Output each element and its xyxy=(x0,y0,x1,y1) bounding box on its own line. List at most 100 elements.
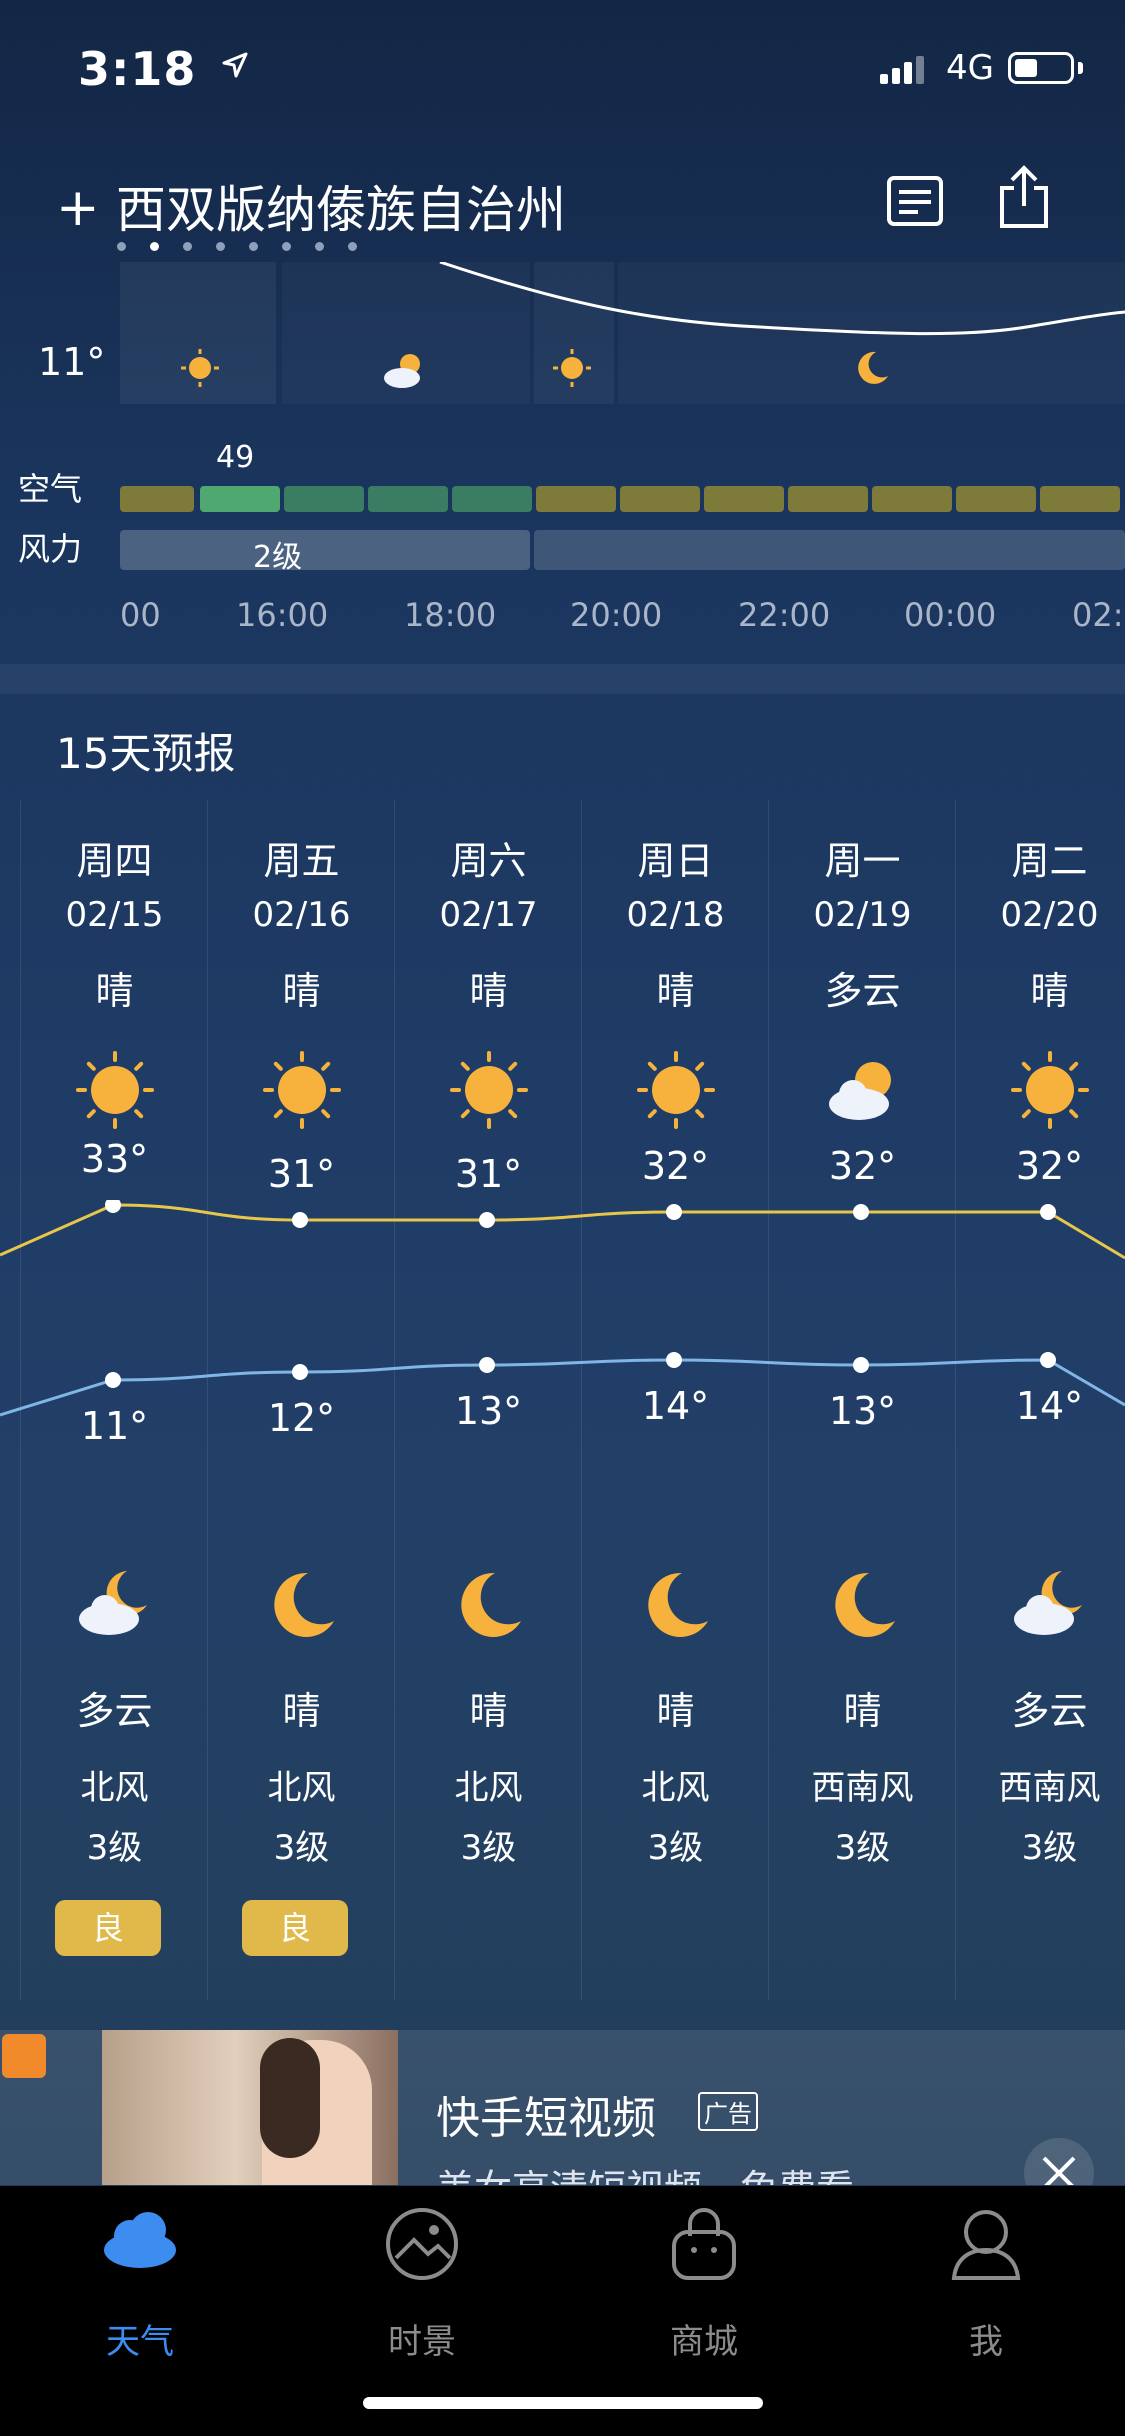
network-type: 4G xyxy=(946,48,994,88)
wind-direction: 西南风 xyxy=(998,1768,1101,1808)
day-condition: 晴 xyxy=(1030,969,1069,1013)
day-date: 02/15 xyxy=(65,895,164,935)
page-dot[interactable] xyxy=(249,242,258,251)
moon-icon xyxy=(647,1572,708,1637)
sun-icon xyxy=(449,1051,528,1129)
ad-app-logo xyxy=(2,2034,46,2078)
sun-icon xyxy=(75,1051,154,1129)
signal-icon xyxy=(880,56,924,84)
tab-cloud[interactable]: 天气 xyxy=(40,2206,240,2362)
aqi-segment xyxy=(620,486,700,512)
night-condition: 晴 xyxy=(843,1689,882,1733)
low-temp-point xyxy=(292,1364,308,1380)
hour-tick-label: 02: xyxy=(1072,596,1124,634)
wind-level: 3级 xyxy=(647,1828,704,1868)
day-condition: 多云 xyxy=(824,969,901,1013)
sun-icon xyxy=(181,349,219,387)
hourly-forecast[interactable]: 11° 空气 49 风力 2级 00 16:00 18:00 20:00 22:00 00… xyxy=(0,262,1125,662)
wind-level: 3级 xyxy=(273,1828,330,1868)
wind-direction: 西南风 xyxy=(811,1768,914,1808)
night-condition: 晴 xyxy=(469,1689,508,1733)
moon-icon xyxy=(273,1572,334,1637)
share-icon[interactable] xyxy=(996,164,1052,230)
ad-title[interactable]: 快手短视频 xyxy=(436,2082,656,2146)
add-city-button[interactable]: + xyxy=(56,178,100,238)
wind-bar-segment xyxy=(120,530,530,570)
day-date: 02/19 xyxy=(813,895,912,935)
moon-icon xyxy=(858,351,888,384)
tab-user[interactable]: 我 xyxy=(886,2206,1086,2362)
aqi-segment xyxy=(956,486,1036,512)
aqi-segment xyxy=(536,486,616,512)
temperature-curves xyxy=(0,1200,1125,1417)
wind-level: 2级 xyxy=(253,540,303,575)
page-dot[interactable] xyxy=(216,242,225,251)
tab-label: 天气 xyxy=(106,2322,174,2362)
ad-image[interactable] xyxy=(102,2030,398,2185)
shopping-bag-icon xyxy=(604,2206,804,2282)
high-temp: 32° xyxy=(828,1144,897,1188)
aqi-segment xyxy=(368,486,448,512)
ad-subtitle[interactable]: 美女高清短视频，免费看 xyxy=(436,2158,854,2185)
ad-close-button[interactable] xyxy=(1024,2138,1094,2185)
page-dot[interactable] xyxy=(315,242,324,251)
aqi-segment xyxy=(452,486,532,512)
page-dot[interactable] xyxy=(348,242,357,251)
sun-icon xyxy=(553,349,591,387)
high-temp: 32° xyxy=(641,1144,710,1188)
day-name: 周二 xyxy=(1011,839,1088,883)
high-temp: 31° xyxy=(454,1152,523,1196)
tab-shopping-bag[interactable]: 商城 xyxy=(604,2206,804,2362)
high-temp: 31° xyxy=(267,1152,336,1196)
ad-banner[interactable]: 快手短视频 广告 美女高清短视频，免费看 xyxy=(0,2030,1125,2185)
high-temp: 32° xyxy=(1015,1144,1084,1188)
moon-icon xyxy=(460,1572,521,1637)
wind-level: 3级 xyxy=(1021,1828,1078,1868)
page-dot[interactable] xyxy=(183,242,192,251)
page-dot[interactable] xyxy=(117,242,126,251)
photo-icon xyxy=(322,2206,522,2282)
wind-direction: 北风 xyxy=(454,1768,523,1808)
aqi-segment xyxy=(1040,486,1120,512)
high-temp-line xyxy=(0,1203,1125,1260)
day-name: 周日 xyxy=(637,839,714,883)
hour-tick-label: 00:00 xyxy=(904,596,997,634)
air-label: 空气 xyxy=(18,470,83,508)
day-name: 周四 xyxy=(76,839,153,883)
aqi-segment xyxy=(120,486,194,512)
aqi-segment xyxy=(872,486,952,512)
hour-tick-label: 16:00 xyxy=(236,596,329,634)
battery-icon xyxy=(1008,52,1074,84)
page-dot[interactable] xyxy=(282,242,291,251)
page-indicator[interactable] xyxy=(117,242,357,251)
aqi-segment xyxy=(788,486,868,512)
high-temp-point xyxy=(479,1212,495,1228)
status-time: 3:18 xyxy=(78,42,197,96)
tab-label: 我 xyxy=(969,2322,1003,2362)
aqi-segment xyxy=(704,486,784,512)
cloud-sun-icon xyxy=(384,354,420,388)
high-temp-point xyxy=(292,1212,308,1228)
aqi-badge: 良 xyxy=(55,1900,161,1956)
day-condition: 晴 xyxy=(95,969,134,1013)
wind-level: 3级 xyxy=(86,1828,143,1868)
night-condition: 多云 xyxy=(76,1689,153,1733)
city-list-icon[interactable] xyxy=(886,172,944,230)
low-temp-point xyxy=(1040,1352,1056,1368)
day-condition: 晴 xyxy=(656,969,695,1013)
cloud-icon xyxy=(40,2206,240,2270)
low-temp-point xyxy=(105,1372,121,1388)
wind-bar-segment xyxy=(534,530,1125,570)
tab-photo[interactable]: 时景 xyxy=(322,2206,522,2362)
status-bar: 3:18 4G xyxy=(0,0,1125,130)
sun-icon xyxy=(636,1051,715,1129)
day-name: 周一 xyxy=(824,839,901,883)
page-dot[interactable] xyxy=(150,242,159,251)
wind-label: 风力 xyxy=(18,530,83,568)
wind-direction: 北风 xyxy=(80,1768,149,1808)
day-date: 02/16 xyxy=(252,895,351,935)
city-name[interactable]: 西双版纳傣族自治州 xyxy=(116,170,566,242)
aqi-badge: 良 xyxy=(242,1900,348,1956)
close-icon xyxy=(1042,2156,1076,2185)
day-date: 02/17 xyxy=(439,895,538,935)
